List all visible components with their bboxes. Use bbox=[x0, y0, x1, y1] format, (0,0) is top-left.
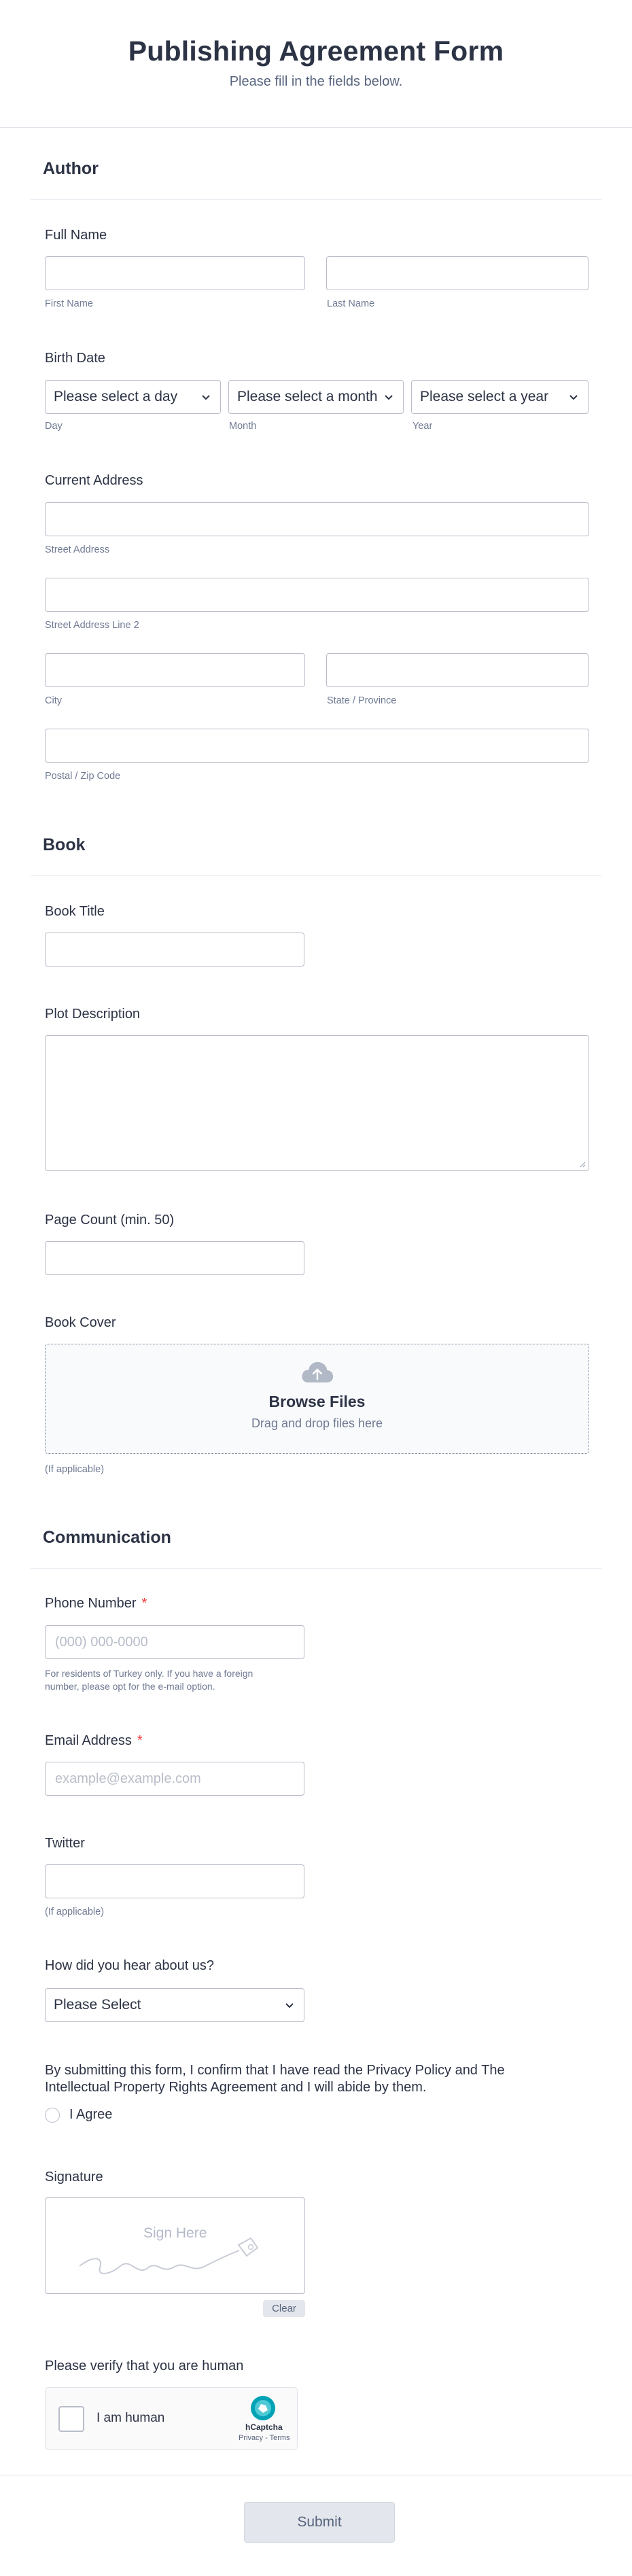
consent-line-2: Intellectual Property Rights Agreement a… bbox=[45, 2080, 427, 2095]
section-author-heading: Author bbox=[31, 159, 601, 200]
agree-label: I Agree bbox=[69, 2107, 113, 2122]
book-title-label: Book Title bbox=[45, 904, 105, 919]
page-count-input[interactable] bbox=[45, 1241, 304, 1275]
birth-day-select[interactable]: Please select a day bbox=[45, 380, 221, 414]
street-address-line2-sublabel: Street Address Line 2 bbox=[45, 620, 139, 631]
how-did-you-hear-value: Please Select bbox=[54, 1997, 141, 2013]
captcha-label: Please verify that you are human bbox=[45, 2359, 244, 2373]
form-header: Publishing Agreement Form Please fill in… bbox=[0, 0, 632, 128]
street-address-sublabel: Street Address bbox=[45, 544, 110, 555]
page-count-label: Page Count (min. 50) bbox=[45, 1213, 175, 1228]
postal-code-input[interactable] bbox=[45, 729, 589, 763]
street-address-input[interactable] bbox=[45, 502, 589, 536]
agree-radio[interactable] bbox=[45, 2107, 60, 2123]
first-name-input[interactable] bbox=[45, 256, 305, 290]
consent-line-1: By submitting this form, I confirm that … bbox=[45, 2063, 505, 2078]
chevron-down-icon bbox=[569, 395, 578, 400]
submit-button[interactable]: Submit bbox=[244, 2502, 395, 2543]
captcha-text: I am human bbox=[96, 2411, 165, 2425]
form-subtitle: Please fill in the fields below. bbox=[229, 74, 403, 89]
chevron-down-icon bbox=[385, 395, 393, 400]
phone-number-note: For residents of Turkey only. If you hav… bbox=[45, 1667, 253, 1693]
city-input[interactable] bbox=[45, 653, 305, 687]
book-cover-label: Book Cover bbox=[45, 1315, 116, 1330]
plot-description-textarea[interactable] bbox=[45, 1035, 589, 1171]
twitter-input[interactable] bbox=[45, 1864, 304, 1898]
how-did-you-hear-label: How did you hear about us? bbox=[45, 1958, 215, 1973]
day-sublabel: Day bbox=[45, 421, 63, 432]
how-did-you-hear-select[interactable]: Please Select bbox=[45, 1988, 304, 2022]
phone-number-label: Phone Number * bbox=[45, 1596, 147, 1612]
agree-option[interactable]: I Agree bbox=[45, 2107, 112, 2123]
book-cover-sublabel: (If applicable) bbox=[45, 1464, 105, 1475]
birth-date-label: Birth Date bbox=[45, 351, 105, 366]
form-title: Publishing Agreement Form bbox=[128, 35, 504, 67]
hcaptcha-widget: I am human hCaptcha Privacy - Terms bbox=[45, 2387, 298, 2450]
required-asterisk: * bbox=[137, 1733, 143, 1748]
twitter-label: Twitter bbox=[45, 1836, 85, 1851]
month-sublabel: Month bbox=[229, 421, 257, 432]
required-asterisk: * bbox=[141, 1596, 147, 1611]
city-sublabel: City bbox=[45, 695, 62, 706]
hcaptcha-logo-icon bbox=[251, 2396, 275, 2420]
signature-pad[interactable]: Sign Here bbox=[45, 2197, 305, 2294]
clear-signature-button[interactable]: Clear bbox=[263, 2300, 305, 2317]
form-page: Publishing Agreement Form Please fill in… bbox=[0, 0, 632, 2576]
year-sublabel: Year bbox=[412, 421, 433, 432]
consent-statement: By submitting this form, I confirm that … bbox=[45, 2062, 589, 2096]
phone-number-label-text: Phone Number bbox=[45, 1596, 137, 1611]
chevron-down-icon bbox=[285, 2003, 294, 2008]
twitter-sublabel: (If applicable) bbox=[45, 1907, 105, 1917]
street-address-line2-input[interactable] bbox=[45, 578, 589, 612]
last-name-sublabel: Last Name bbox=[327, 298, 375, 309]
birth-month-value: Please select a month bbox=[237, 389, 378, 404]
postal-code-sublabel: Postal / Zip Code bbox=[45, 771, 121, 782]
signature-scribble-icon bbox=[79, 2237, 259, 2274]
signature-label: Signature bbox=[45, 2170, 103, 2185]
section-communication-heading: Communication bbox=[31, 1528, 601, 1569]
state-sublabel: State / Province bbox=[327, 695, 397, 706]
hcaptcha-privacy-terms-link[interactable]: Privacy - Terms bbox=[239, 2434, 290, 2442]
state-input[interactable] bbox=[326, 653, 589, 687]
birth-day-value: Please select a day bbox=[54, 389, 178, 404]
first-name-sublabel: First Name bbox=[45, 298, 93, 309]
chevron-down-icon bbox=[202, 395, 210, 400]
plot-description-label: Plot Description bbox=[45, 1007, 141, 1022]
birth-month-select[interactable]: Please select a month bbox=[228, 380, 404, 414]
birth-year-select[interactable]: Please select a year bbox=[411, 380, 589, 414]
email-address-label-text: Email Address bbox=[45, 1733, 132, 1748]
book-title-input[interactable] bbox=[45, 933, 304, 967]
hcaptcha-brand: hCaptcha bbox=[245, 2422, 283, 2432]
birth-year-value: Please select a year bbox=[420, 389, 549, 404]
cloud-upload-icon bbox=[301, 1361, 333, 1382]
book-cover-upload[interactable]: Browse Files Drag and drop files here bbox=[45, 1344, 589, 1454]
resize-grip-icon[interactable] bbox=[578, 1160, 586, 1168]
drag-drop-text: Drag and drop files here bbox=[251, 1416, 383, 1430]
email-address-input[interactable] bbox=[45, 1762, 304, 1796]
last-name-input[interactable] bbox=[326, 256, 589, 290]
current-address-label: Current Address bbox=[45, 473, 143, 488]
captcha-checkbox[interactable] bbox=[58, 2406, 84, 2432]
section-book-heading: Book bbox=[31, 835, 601, 876]
phone-number-input[interactable] bbox=[45, 1625, 304, 1659]
browse-files-text: Browse Files bbox=[268, 1393, 366, 1410]
full-name-label: Full Name bbox=[45, 228, 107, 243]
phone-note-line-1: For residents of Turkey only. If you hav… bbox=[45, 1668, 253, 1679]
phone-note-line-2: number, please opt for the e-mail option… bbox=[45, 1681, 215, 1692]
email-address-label: Email Address * bbox=[45, 1733, 143, 1749]
